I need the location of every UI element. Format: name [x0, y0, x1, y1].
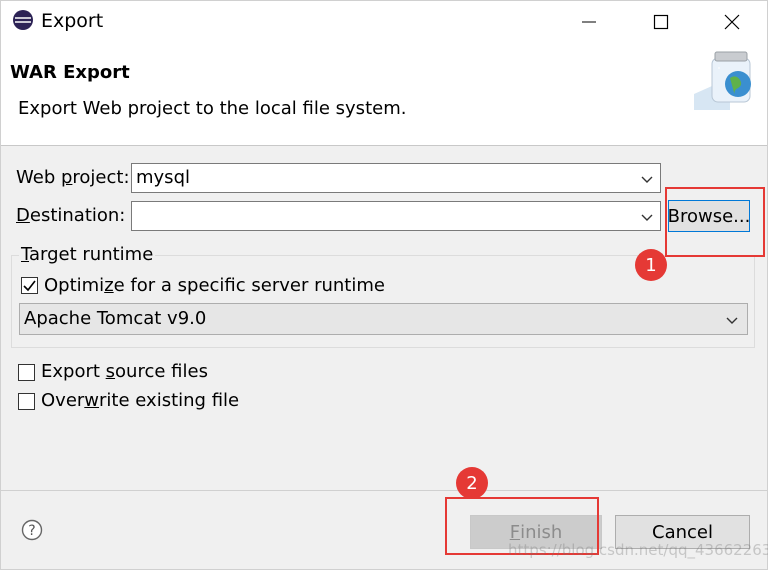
- maximize-icon: [653, 14, 669, 30]
- optimize-label: Optimize for a specific server runtime: [44, 275, 385, 296]
- svg-text:?: ?: [28, 523, 35, 539]
- export-source-checkbox[interactable]: [18, 364, 35, 381]
- watermark: https://blog.csdn.net/qq_43662263: [508, 541, 768, 559]
- eclipse-icon: [13, 10, 33, 30]
- server-runtime-value: Apache Tomcat v9.0: [24, 308, 207, 329]
- maximize-button[interactable]: [637, 1, 685, 43]
- destination-combo[interactable]: [131, 201, 661, 231]
- annotation-badge-1: 1: [635, 249, 667, 281]
- wizard-header: [1, 43, 767, 145]
- help-icon[interactable]: ?: [21, 519, 43, 541]
- export-source-label: Export source files: [41, 361, 208, 382]
- export-jar-icon: [694, 51, 751, 110]
- close-icon: [724, 14, 740, 30]
- target-runtime-label: Target runtime: [19, 244, 156, 265]
- header-divider: [1, 145, 767, 146]
- overwrite-checkbox[interactable]: [18, 393, 35, 410]
- destination-label: Destination:: [16, 205, 126, 226]
- window-title: Export: [41, 10, 104, 32]
- annotation-box-1: [665, 187, 765, 257]
- annotation-badge-2: 2: [456, 467, 488, 499]
- footer-divider: [1, 490, 767, 491]
- minimize-button[interactable]: [565, 1, 613, 43]
- optimize-checkbox[interactable]: [21, 277, 38, 294]
- web-project-combo[interactable]: mysql: [131, 163, 661, 193]
- web-project-label: Web project:: [16, 167, 130, 188]
- checkmark-icon: [23, 280, 36, 292]
- minimize-icon: [582, 21, 596, 23]
- chevron-down-icon: [726, 317, 738, 324]
- wizard-title: WAR Export: [10, 62, 130, 83]
- web-project-value: mysql: [136, 167, 190, 188]
- close-button[interactable]: [708, 1, 756, 43]
- overwrite-label: Overwrite existing file: [41, 390, 240, 411]
- wizard-description: Export Web project to the local file sys…: [18, 98, 407, 119]
- chevron-down-icon: [641, 214, 653, 221]
- chevron-down-icon: [641, 176, 653, 183]
- server-runtime-select[interactable]: Apache Tomcat v9.0: [19, 303, 748, 335]
